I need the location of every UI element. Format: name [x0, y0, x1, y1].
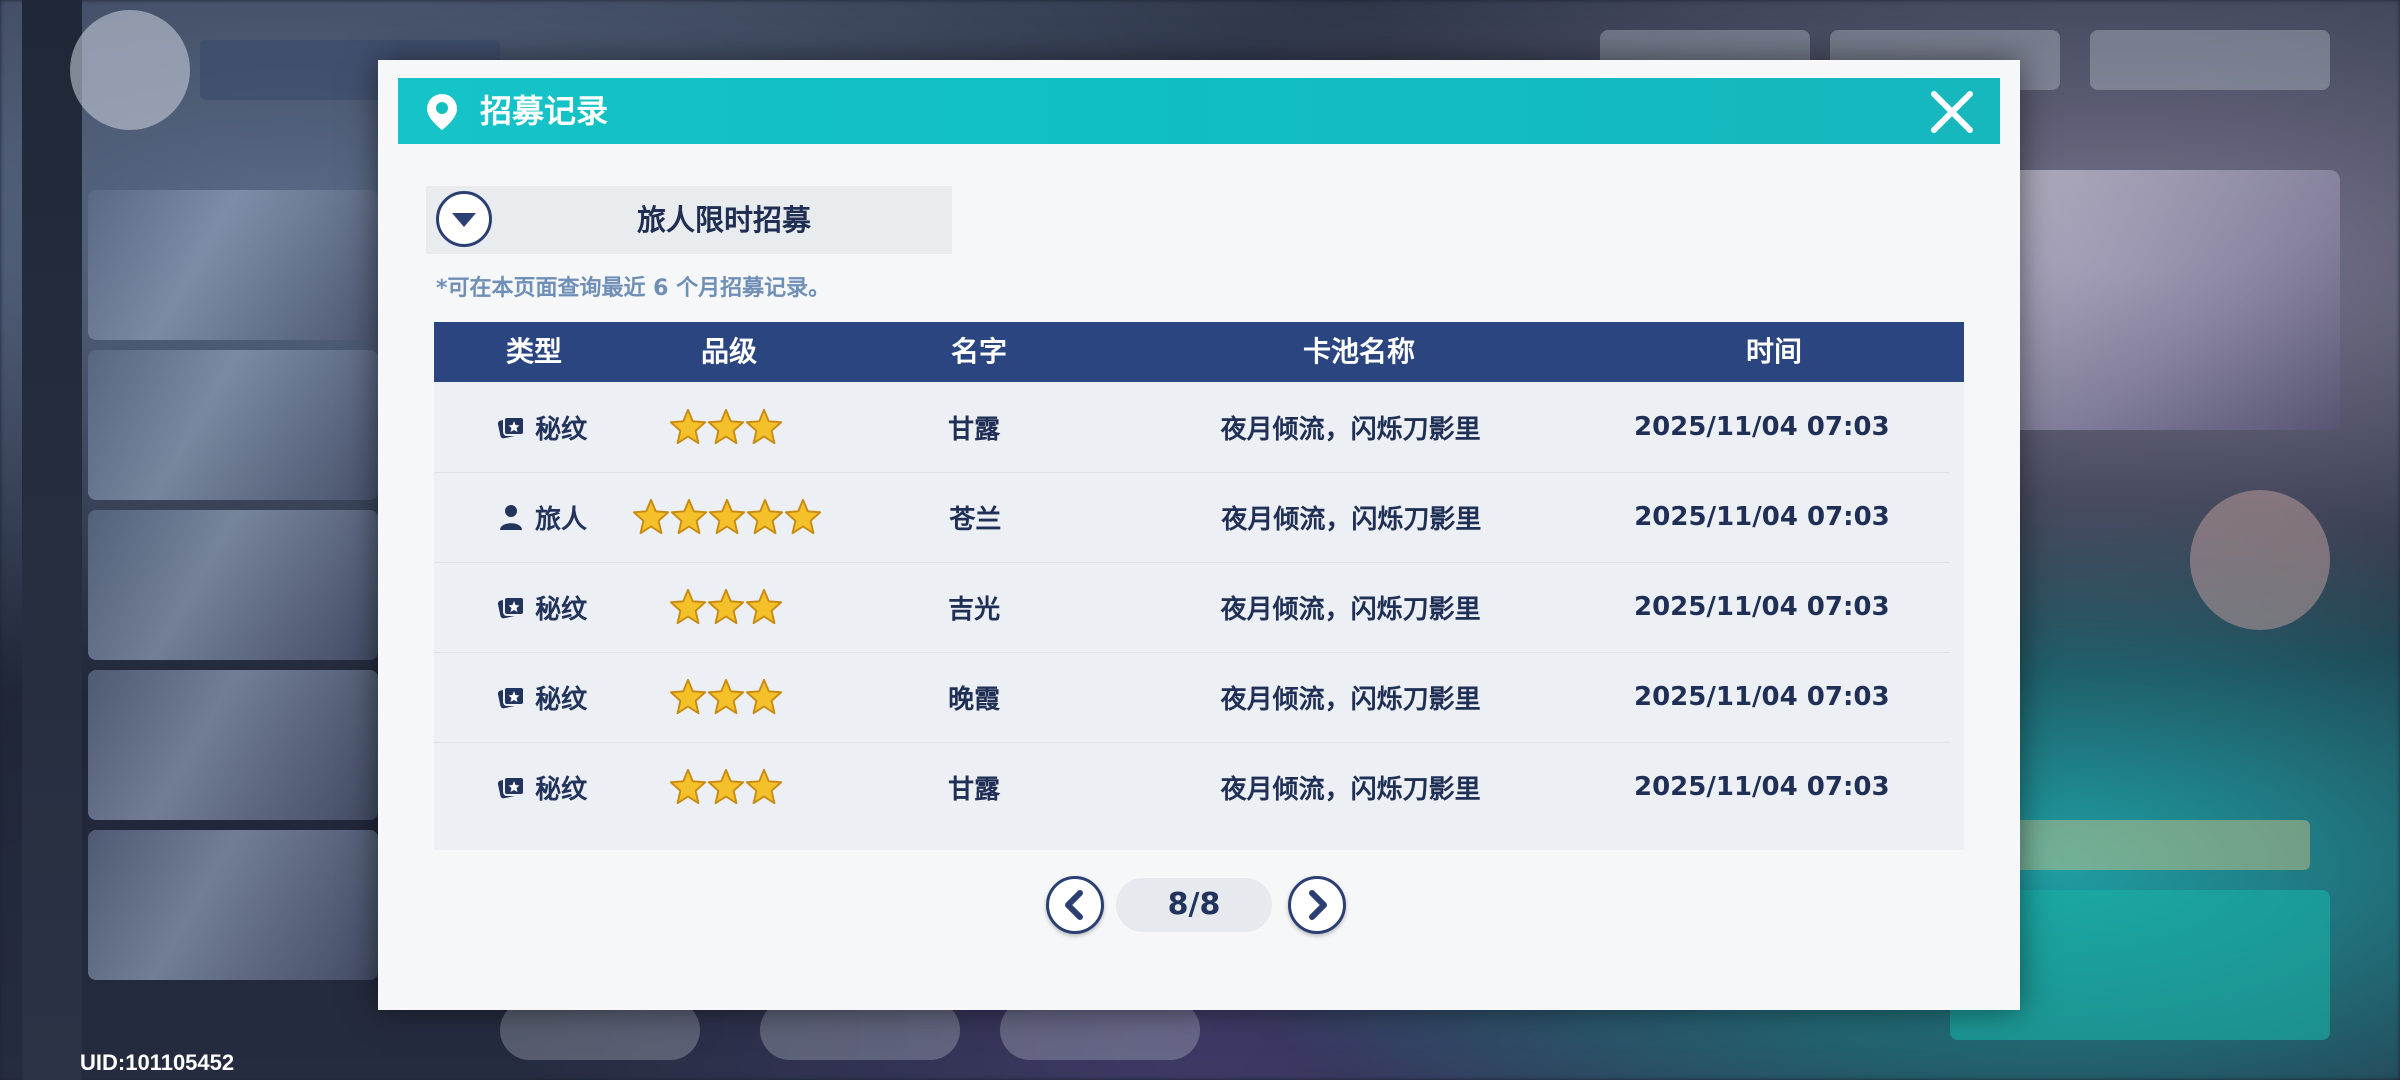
person-icon	[500, 505, 523, 530]
pool-selector-dropdown[interactable]: 旅人限时招募	[426, 186, 952, 254]
rank-stars	[632, 588, 820, 626]
star-icon	[746, 588, 783, 625]
background-banner-card	[88, 190, 378, 340]
table-row: 秘纹 吉光 夜月倾流，闪烁刀影里 2025/11/04 07:03	[434, 562, 1950, 653]
location-pin-icon	[427, 94, 457, 130]
pool-cell: 夜月倾流，闪烁刀影里	[1221, 504, 1482, 535]
background-banner-card	[88, 830, 378, 980]
star-icon	[708, 408, 745, 445]
card-icon	[498, 776, 526, 799]
previous-page-button[interactable]	[1046, 876, 1104, 934]
table-row: 秘纹 甘露 夜月倾流，闪烁刀影里 2025/11/04 07:03	[434, 742, 1950, 832]
type-label: 秘纹	[535, 774, 588, 805]
pool-cell: 夜月倾流，闪烁刀影里	[1220, 774, 1481, 805]
star-icon	[670, 498, 708, 535]
background-character-art	[2010, 170, 2340, 430]
dialog-header: 招募记录	[398, 78, 2000, 144]
table-row: 秘纹 晚霞 夜月倾流，闪烁刀影里 2025/11/04 07:03	[434, 652, 1950, 743]
type-label: 秘纹	[535, 414, 588, 445]
type-cell: 秘纹	[450, 409, 632, 446]
type-cell: 秘纹	[450, 769, 632, 806]
background-bar	[2010, 820, 2310, 870]
next-page-button[interactable]	[1288, 876, 1346, 934]
column-header-pool: 卡池名称	[1302, 335, 1415, 368]
background-pill	[2090, 30, 2330, 90]
name-cell: 吉光	[948, 594, 1001, 625]
name-cell: 苍兰	[949, 504, 1002, 535]
name-cell: 晚霞	[948, 684, 1001, 715]
time-cell: 2025/11/04 07:03	[1634, 772, 1890, 802]
name-cell: 甘露	[948, 414, 1001, 445]
recruit-history-table: 类型 品级 名字 卡池名称 时间 秘纹 甘露 夜月倾流，闪烁刀影里 2025/11/0…	[434, 322, 1964, 850]
rank-stars	[632, 408, 820, 446]
star-icon	[746, 678, 783, 715]
background-banner-card	[88, 670, 378, 820]
star-icon	[708, 588, 745, 625]
type-cell: 秘纹	[450, 679, 632, 716]
pool-selector-label: 旅人限时招募	[636, 203, 811, 237]
star-icon	[670, 678, 707, 715]
pool-cell: 夜月倾流，闪烁刀影里	[1220, 414, 1481, 445]
star-icon	[746, 498, 784, 535]
star-icon	[670, 768, 707, 805]
pagination: 8/8	[1046, 876, 1346, 938]
chevron-right-icon	[1309, 890, 1327, 920]
card-icon	[498, 416, 526, 439]
rank-stars	[632, 768, 820, 806]
recruit-history-dialog: 招募记录 旅人限时招募 *可在本页面查询最近 6 个月招募记录。 类型 品级 名…	[378, 60, 2020, 1010]
uid-label: UID:101105452	[80, 1050, 235, 1075]
background-left-strip	[22, 0, 82, 1080]
background-banner-card	[88, 350, 378, 500]
rank-stars	[632, 678, 820, 716]
close-button[interactable]	[1924, 84, 1980, 140]
star-icon	[746, 768, 783, 805]
star-icon	[632, 498, 670, 535]
chevron-left-icon	[1065, 890, 1083, 920]
chevron-down-icon	[436, 191, 492, 247]
column-header-time: 时间	[1745, 335, 1802, 368]
time-cell: 2025/11/04 07:03	[1634, 682, 1890, 712]
background-back-button	[70, 10, 190, 130]
type-label: 秘纹	[535, 594, 588, 625]
column-header-name: 名字	[950, 335, 1007, 368]
star-icon	[784, 498, 822, 535]
table-header: 类型 品级 名字 卡池名称 时间	[434, 322, 1964, 382]
dialog-title: 招募记录	[480, 92, 609, 130]
background-avatar	[2190, 490, 2330, 630]
background-banner-card	[88, 510, 378, 660]
type-cell: 秘纹	[450, 589, 632, 626]
star-icon	[708, 678, 745, 715]
card-icon	[498, 596, 526, 619]
time-cell: 2025/11/04 07:03	[1634, 502, 1890, 532]
type-label: 旅人	[535, 504, 588, 535]
rank-stars	[632, 498, 822, 536]
star-icon	[670, 408, 707, 445]
pool-cell: 夜月倾流，闪烁刀影里	[1220, 594, 1481, 625]
pool-cell: 夜月倾流，闪烁刀影里	[1220, 684, 1481, 715]
time-cell: 2025/11/04 07:03	[1634, 412, 1890, 442]
card-icon	[498, 686, 526, 709]
star-icon	[708, 498, 746, 535]
column-header-rank: 品级	[700, 335, 757, 368]
star-icon	[670, 588, 707, 625]
time-cell: 2025/11/04 07:03	[1634, 592, 1890, 622]
history-note: *可在本页面查询最近 6 个月招募记录。	[436, 276, 831, 301]
type-cell: 旅人	[450, 499, 632, 536]
star-icon	[746, 408, 783, 445]
column-header-type: 类型	[505, 335, 562, 368]
name-cell: 甘露	[948, 774, 1001, 805]
table-row: 秘纹 甘露 夜月倾流，闪烁刀影里 2025/11/04 07:03	[434, 382, 1950, 473]
table-row: 旅人 苍兰 夜月倾流，闪烁刀影里 2025/11/04 07:03	[434, 472, 1950, 563]
page-indicator: 8/8	[1116, 878, 1272, 932]
star-icon	[708, 768, 745, 805]
type-label: 秘纹	[535, 684, 588, 715]
